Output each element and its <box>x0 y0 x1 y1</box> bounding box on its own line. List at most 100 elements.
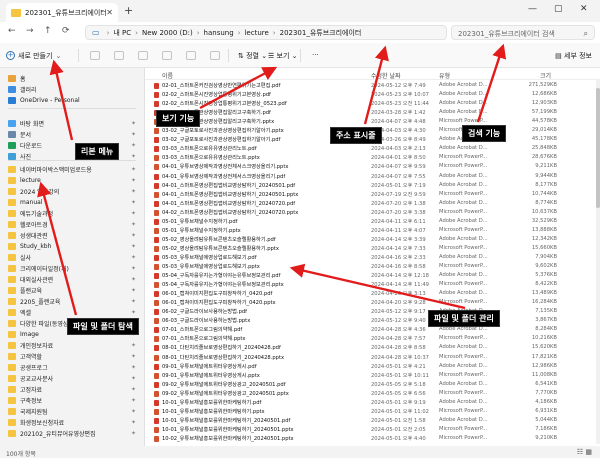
pin-icon[interactable]: ✦ <box>131 221 136 228</box>
file-row[interactable]: 10-01_유튜브채널홍보를위한마케팅하기_20240501.pptx 2024-… <box>145 426 600 434</box>
pin-icon[interactable]: ✦ <box>131 309 136 316</box>
details-button[interactable]: ▤ 세부 정보 <box>555 51 592 61</box>
new-tab-button[interactable]: + <box>124 4 133 17</box>
view-toggle[interactable]: ☷ ▦ <box>577 448 592 456</box>
pin-icon[interactable]: ✦ <box>131 430 136 437</box>
window-tab[interactable]: 202301_유튜브크리에이터 ✕ <box>6 3 118 22</box>
sidebar-item[interactable]: manual <box>8 197 42 208</box>
sidebar-item[interactable]: 공교교사분사 <box>8 373 53 384</box>
file-row[interactable]: 06-01_캡쳐이미지편집도구피창작하기_0420.pdf 2024-04-20 … <box>145 290 600 298</box>
pin-icon[interactable]: ✦ <box>131 210 136 217</box>
sidebar-item[interactable]: 다운로드 <box>8 140 42 151</box>
sidebar-item[interactable]: 네이버마이박스맥미업로드용 <box>8 164 92 175</box>
cut-icon[interactable] <box>90 51 100 60</box>
pin-icon[interactable]: ✦ <box>131 397 136 404</box>
sidebar-item[interactable]: 공생프로그 <box>8 362 48 373</box>
file-row[interactable]: 09-01_유튜브채널에트위터유영상게시.pdf 2024-05-01 오후 4:… <box>145 363 600 371</box>
file-row[interactable]: 04-01_유튜브영상제작과영상전체서스크영상올리기.pdf 2024-04-07… <box>145 173 600 181</box>
sidebar-item[interactable]: 플랜교육 <box>8 285 42 296</box>
file-row[interactable]: 05-03_유튜브채널에영상업로드해보기.pptx 2024-04-16 오후 8… <box>145 263 600 271</box>
pin-icon[interactable]: ✦ <box>131 386 136 393</box>
pin-icon[interactable]: ✦ <box>131 342 136 349</box>
pin-icon[interactable]: ✦ <box>131 153 136 160</box>
file-row[interactable]: 10-01_유튜브채널홍보를위한마케팅하기.pptx 2024-05-01 오후 … <box>145 408 600 416</box>
breadcrumb[interactable]: ▭ › 내 PC › New 2000 (D:) › hansung › lec… <box>85 25 447 40</box>
rename-icon[interactable] <box>162 51 172 60</box>
close-tab-icon[interactable]: ✕ <box>106 8 113 17</box>
pin-icon[interactable]: ✦ <box>131 120 136 127</box>
sidebar-item[interactable]: lecture <box>8 175 41 186</box>
file-row[interactable]: 10-02_유튜브채널홍보를위한마케팅하기_20240501.pptx 2024-… <box>145 435 600 443</box>
file-row[interactable]: 02-02_스마트폰시진영상업통평위기고본영상_0523.pdf 2024-05-… <box>145 100 600 108</box>
up-icon[interactable]: ↑ <box>44 26 52 36</box>
file-row[interactable]: 05-01_유튜브채널수지정하기.pptx 2024-04-11 오후 4:07 M… <box>145 227 600 235</box>
file-row[interactable]: 05-03_유튜브채널에영상업로드해보기.pdf 2024-04-16 오후 2:… <box>145 254 600 262</box>
sidebar-item[interactable]: 국제지원팀 <box>8 406 48 417</box>
sidebar-item[interactable]: 개인정보자료 <box>8 340 53 351</box>
file-row[interactable]: 03-03_스마트폰으로유유영상관리노트.pptx 2024-04-01 오후 8… <box>145 154 600 162</box>
pin-icon[interactable]: ✦ <box>131 287 136 294</box>
scrollbar-thumb[interactable] <box>596 88 600 208</box>
pin-icon[interactable]: ✦ <box>131 353 136 360</box>
sidebar-item[interactable]: 고객역할 <box>8 351 42 362</box>
sidebar-item[interactable]: 홈 <box>8 73 26 84</box>
back-icon[interactable]: ← <box>8 26 16 36</box>
minimize-icon[interactable]: — <box>528 4 537 14</box>
copy-icon[interactable] <box>114 51 124 60</box>
paste-icon[interactable] <box>138 51 148 60</box>
file-row[interactable]: 03-03_스마트폰으로유유영상관리노트.pdf 2024-04-03 오후 2:… <box>145 145 600 153</box>
pin-icon[interactable]: ✦ <box>131 232 136 239</box>
file-row[interactable]: 10-01_유튜브채널홍보를위한마케팅하기_20240501.pdf 2024-0… <box>145 417 600 425</box>
crumb-lecture[interactable]: lecture <box>244 29 268 37</box>
file-row[interactable]: 08-01_다틴치리졸브로영상편집하기_20240428.pptx 2024-04… <box>145 354 600 362</box>
file-row[interactable]: 05-02_영상올려탐유튜브콘텐츠오슬렐활용하기.pptx 2024-04-14 … <box>145 245 600 253</box>
sidebar-item[interactable]: 크리에이터일정(개) <box>8 263 69 274</box>
column-date[interactable]: 수정한 날짜 <box>371 71 401 80</box>
sidebar-item[interactable]: 고정자료 <box>8 384 42 395</box>
file-row[interactable]: 04-01_스마트폰영상편집앱비교영상탐하기_20240501.pdf 2024-… <box>145 182 600 190</box>
pin-icon[interactable]: ✦ <box>131 243 136 250</box>
file-row[interactable]: 05-01_유튜브채널수지정하기.pdf 2024-04-11 오후 6:11 Ad… <box>145 218 600 226</box>
share-icon[interactable] <box>186 51 196 60</box>
sidebar-item[interactable]: OneDrive - Personal <box>8 95 80 106</box>
sidebar-item[interactable]: 실사 <box>8 252 31 263</box>
sidebar-item[interactable]: 바탕 화면 <box>8 118 44 129</box>
sort-button[interactable]: ⇅ 정렬 ⌄ <box>238 51 267 61</box>
pin-icon[interactable]: ✦ <box>131 199 136 206</box>
file-row[interactable]: 04-01_스마트폰영상편집앱비교영상탐하기_20240720.pdf 2024-… <box>145 200 600 208</box>
file-row[interactable]: 05-02_영상올려탐유튜브콘텐츠오슬렐활용하기.pdf 2024-04-14 오… <box>145 236 600 244</box>
pin-icon[interactable]: ✦ <box>131 131 136 138</box>
pin-icon[interactable]: ✦ <box>131 375 136 382</box>
file-row[interactable]: 05-04_구독자를유지는가형이야는유튜브정보관리.pdf 2024-04-14 … <box>145 272 600 280</box>
sidebar-item[interactable]: 화생정보신청자료 <box>8 417 64 428</box>
file-row[interactable]: 02-01_스마트폰커진검상영상반연편위기는고편집.pdf 2024-05-12 … <box>145 82 600 90</box>
pin-icon[interactable]: ✦ <box>131 364 136 371</box>
crumb-hansung[interactable]: hansung <box>204 29 234 37</box>
sidebar-item[interactable]: 202102_유티뮤어유영상편집 <box>8 428 96 439</box>
file-row[interactable]: 09-02_유튜브채널에트위터유영상광고_20240501.pptx 2024-0… <box>145 390 600 398</box>
file-row[interactable]: 09-01_유튜브채널에트위터유영상게시.pptx 2024-05-01 오후 1… <box>145 372 600 380</box>
column-name[interactable]: 이름 <box>162 71 173 80</box>
sidebar-item[interactable]: 갤러리 <box>8 84 37 95</box>
crumb-pc[interactable]: 내 PC <box>113 28 131 38</box>
file-row[interactable]: 07-01_스마트폰으로그림의약해.pdf 2024-04-28 오후 4:36 A… <box>145 326 600 334</box>
new-button[interactable]: + 새로 만들기 ⌄ <box>6 48 61 63</box>
sidebar-item[interactable]: 성생대관련 <box>8 230 48 241</box>
sidebar-item[interactable]: 2205_플랜교육 <box>8 296 60 307</box>
sidebar-item[interactable]: 2024 영상강의 <box>8 186 59 197</box>
file-row[interactable]: 04-02_스마트폰영상편집앱비교영상탐하기_20240720.pptx 2024… <box>145 209 600 217</box>
file-row[interactable]: 08-01_다틴치리졸브로영상편집하기_20240428.pdf 2024-04-… <box>145 344 600 352</box>
file-row[interactable]: 04-01_유튜브영상제작과영상전체서스크영상올리기.pptx 2024-04-0… <box>145 163 600 171</box>
sidebar-item[interactable]: 헬로아트경 <box>8 219 48 230</box>
more-options-button[interactable]: ··· <box>312 51 319 59</box>
pin-icon[interactable]: ✦ <box>131 408 136 415</box>
vertical-scrollbar[interactable] <box>596 80 600 444</box>
column-size[interactable]: 크기 <box>540 71 551 80</box>
sidebar-item[interactable]: Image <box>8 329 39 340</box>
sidebar-item[interactable]: Study_kbh <box>8 241 51 252</box>
sidebar-item[interactable]: 대외실사관련 <box>8 274 53 285</box>
sidebar-item[interactable]: 구축정보 <box>8 395 42 406</box>
file-row[interactable]: 03-01_스마트폰관상영상편집알리고구축하기.pdf 2024-03-28 오후… <box>145 109 600 117</box>
pin-icon[interactable]: ✦ <box>131 265 136 272</box>
crumb-drive[interactable]: New 2000 (D:) <box>142 29 193 37</box>
